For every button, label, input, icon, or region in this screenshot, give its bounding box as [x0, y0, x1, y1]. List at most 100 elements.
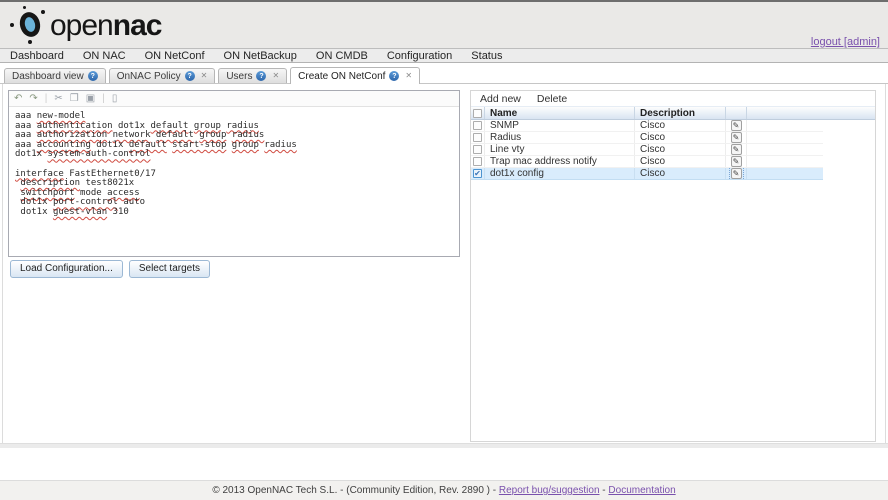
- row-description-cell: Cisco: [635, 156, 726, 167]
- code-line: dot1x system-auth-control: [15, 149, 151, 160]
- row-name-cell: Radius: [485, 132, 635, 143]
- row-filler-cell: [747, 120, 823, 131]
- select-all-checkbox[interactable]: [471, 107, 485, 119]
- report-bug-link[interactable]: Report bug/suggestion: [499, 485, 600, 496]
- close-icon[interactable]: ✕: [201, 72, 208, 80]
- column-header-description[interactable]: Description: [635, 107, 726, 119]
- delete-button[interactable]: Delete: [537, 93, 567, 105]
- code-line: dot1x guest-vlan 310: [15, 206, 129, 217]
- row-description-cell: Cisco: [635, 132, 726, 143]
- column-header-name[interactable]: Name: [485, 107, 635, 119]
- opennac-app: opennac logout [admin] Dashboard ON NAC ON…: [0, 0, 888, 500]
- menu-item-status[interactable]: Status: [471, 50, 502, 62]
- edit-icon[interactable]: ✎: [730, 156, 742, 167]
- documentation-link[interactable]: Documentation: [608, 485, 675, 496]
- logo-dot-icon: [10, 23, 14, 27]
- footer-bar: © 2013 OpenNAC Tech S.L. - (Community Ed…: [0, 480, 888, 500]
- table-row-snmp[interactable]: SNMP Cisco ✎: [471, 120, 823, 132]
- menu-item-on-netbackup[interactable]: ON NetBackup: [224, 50, 297, 62]
- row-actions-cell: ✎: [726, 120, 747, 131]
- logo-dot-icon: [41, 10, 45, 14]
- cut-icon[interactable]: ✂: [54, 93, 62, 104]
- row-filler-cell: [747, 168, 823, 179]
- table-row-radius[interactable]: Radius Cisco ✎: [471, 132, 823, 144]
- close-icon[interactable]: ✕: [405, 72, 412, 80]
- menu-item-on-netconf[interactable]: ON NetConf: [145, 50, 205, 62]
- netconf-editor-panel: ↶ ↷ | ✂ ❐ ▣ | ▯ aaa new-model aaa authentication…: [8, 90, 460, 257]
- edit-icon[interactable]: ✎: [730, 144, 742, 155]
- row-actions-cell: ✎: [726, 156, 747, 167]
- toolbar-separator: |: [102, 92, 105, 104]
- logo-text: opennac: [50, 9, 162, 42]
- row-description-cell: Cisco: [635, 144, 726, 155]
- editor-buttons: Load Configuration... Select targets: [10, 260, 210, 278]
- checkbox-icon[interactable]: [473, 108, 482, 118]
- copyright-text: © 2013 OpenNAC Tech S.L. - (Community Ed…: [212, 485, 499, 496]
- new-document-icon[interactable]: ▯: [112, 93, 118, 104]
- edit-icon[interactable]: ✎: [730, 132, 742, 143]
- edit-icon[interactable]: ✎: [730, 168, 742, 179]
- grid-toolbar: Add new Delete: [471, 91, 875, 106]
- menu-item-on-nac[interactable]: ON NAC: [83, 50, 126, 62]
- tab-label: Users: [226, 70, 253, 82]
- tab-create-on-netconf[interactable]: Create ON NetConf? ✕: [290, 67, 421, 84]
- row-description-cell: Cisco: [635, 120, 726, 131]
- menu-item-on-cmdb[interactable]: ON CMDB: [316, 50, 368, 62]
- undo-icon[interactable]: ↶: [14, 93, 22, 104]
- column-header-filler: [747, 107, 875, 119]
- help-icon[interactable]: ?: [389, 71, 400, 81]
- tab-dashboard-view[interactable]: Dashboard view?: [4, 68, 106, 83]
- footer-separator: -: [599, 485, 609, 496]
- editor-toolbar: ↶ ↷ | ✂ ❐ ▣ | ▯: [9, 91, 459, 107]
- opennac-logo: opennac: [10, 6, 162, 44]
- table-row-trap-mac-address-notify[interactable]: Trap mac address notify Cisco ✎: [471, 156, 823, 168]
- menu-item-dashboard[interactable]: Dashboard: [10, 50, 64, 62]
- table-row-line-vty[interactable]: Line vty Cisco ✎: [471, 144, 823, 156]
- tab-users[interactable]: Users? ✕: [218, 68, 288, 83]
- help-icon[interactable]: ?: [184, 71, 195, 81]
- config-code-editor[interactable]: aaa new-model aaa authentication dot1x de…: [9, 107, 459, 257]
- row-checkbox[interactable]: ✔: [473, 169, 482, 178]
- toolbar-separator: |: [44, 92, 48, 104]
- logo-dot-icon: [28, 40, 32, 44]
- column-header-actions: [726, 107, 747, 119]
- grid-header-row: Name Description: [471, 106, 875, 120]
- row-name-cell: SNMP: [485, 120, 635, 131]
- logo-o-icon: [10, 6, 48, 44]
- row-checkbox[interactable]: [473, 133, 482, 142]
- row-actions-cell: ✎: [726, 144, 747, 155]
- logo-dot-icon: [23, 6, 26, 9]
- menu-item-configuration[interactable]: Configuration: [387, 50, 452, 62]
- row-name-cell: dot1x config: [485, 168, 635, 179]
- grid-body: SNMP Cisco ✎ Radius Cisco ✎ Line vty Cisco ✎ Trap…: [471, 120, 875, 180]
- paste-icon[interactable]: ▣: [86, 93, 95, 104]
- help-icon[interactable]: ?: [256, 71, 267, 81]
- row-checkbox[interactable]: [473, 121, 482, 130]
- tab-strip: Dashboard view? OnNAC Policy? ✕ Users? ✕ Crea…: [0, 66, 888, 84]
- row-checkbox[interactable]: [473, 157, 482, 166]
- copy-icon[interactable]: ❐: [70, 93, 79, 104]
- row-checkbox[interactable]: [473, 145, 482, 154]
- content-bottom-edge: [0, 443, 888, 448]
- row-actions-cell: ✎: [726, 132, 747, 143]
- redo-icon[interactable]: ↷: [29, 93, 37, 104]
- row-checkbox-cell: [471, 144, 485, 155]
- templates-grid-panel: Add new Delete Name Description SNMP Cisc…: [470, 90, 876, 442]
- tab-onnac-policy[interactable]: OnNAC Policy? ✕: [108, 68, 216, 83]
- row-checkbox-cell: [471, 120, 485, 131]
- tab-label: Dashboard view: [12, 70, 84, 82]
- logout-link[interactable]: logout [admin]: [811, 36, 880, 48]
- edit-icon[interactable]: ✎: [730, 120, 742, 131]
- tab-label: OnNAC Policy: [116, 70, 181, 82]
- help-icon[interactable]: ?: [87, 71, 98, 81]
- logo-circle-icon: [17, 9, 43, 40]
- row-filler-cell: [747, 132, 823, 143]
- close-icon[interactable]: ✕: [272, 72, 279, 80]
- row-filler-cell: [747, 156, 823, 167]
- table-row-dot1x-config[interactable]: ✔ dot1x config Cisco ✎: [471, 168, 823, 180]
- load-configuration-button[interactable]: Load Configuration...: [10, 260, 123, 278]
- focused-edit-icon: ✎: [728, 168, 744, 179]
- row-name-cell: Trap mac address notify: [485, 156, 635, 167]
- add-new-button[interactable]: Add new: [480, 93, 521, 105]
- select-targets-button[interactable]: Select targets: [128, 260, 210, 278]
